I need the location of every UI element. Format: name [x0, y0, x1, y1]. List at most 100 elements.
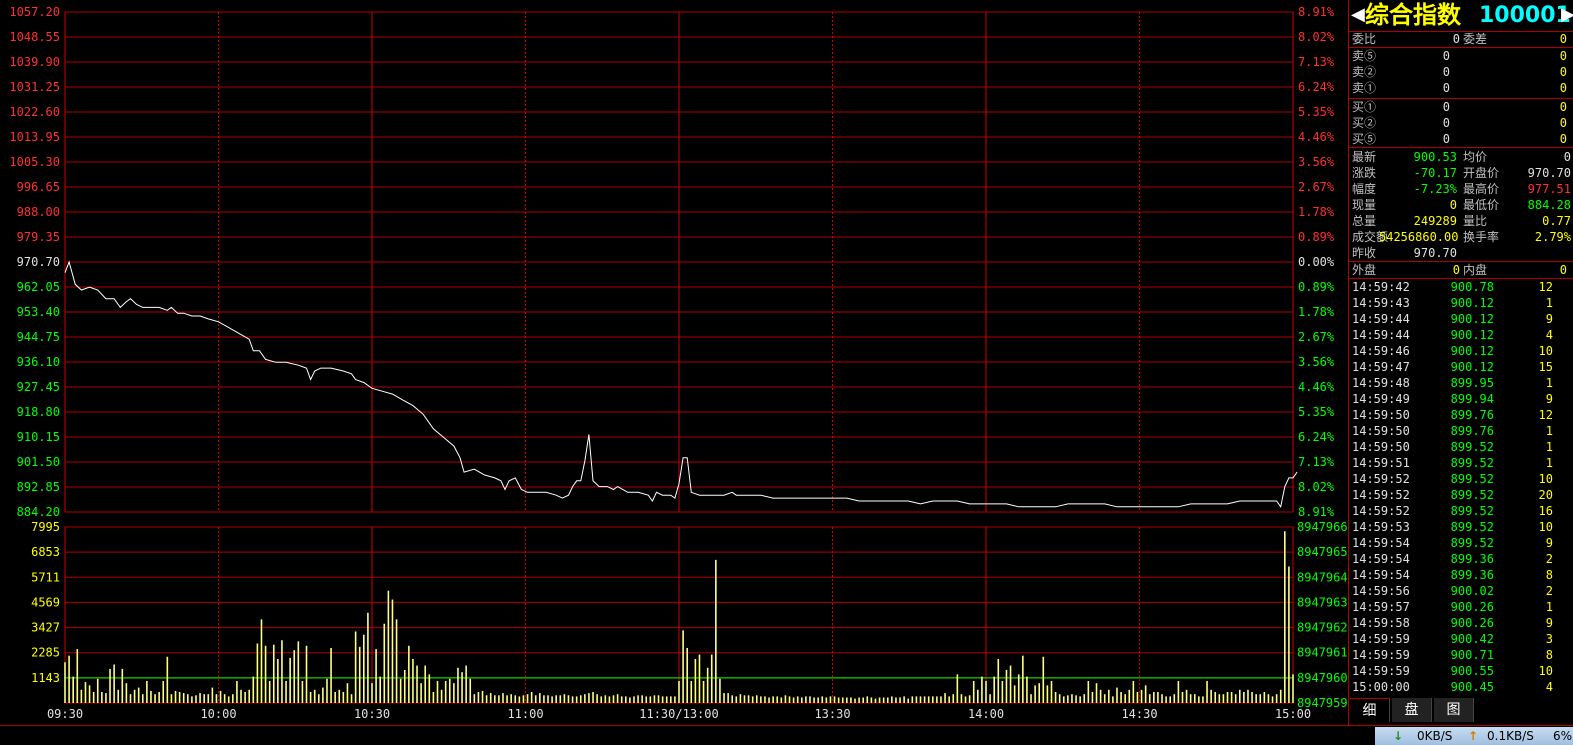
bid-volume: 0 [1559, 116, 1567, 130]
weicha-value: 0 [1559, 32, 1567, 46]
ask-row: 卖② 0 0 [1349, 64, 1573, 80]
volume-left-label: 7995 [31, 520, 60, 534]
tick-volume: 10 [1538, 472, 1553, 486]
ask-row: 卖⑤ 0 0 [1349, 48, 1573, 64]
stat-value: 0.77 [1542, 214, 1571, 228]
time-label: 11:00 [507, 707, 543, 721]
stat-row: 昨收 970.70 [1349, 245, 1573, 261]
weicha-label: 委差 [1463, 32, 1488, 46]
tick-time: 14:59:51 [1352, 456, 1410, 470]
price-tick-label: 1005.30 [9, 155, 60, 169]
tick-volume: 3 [1545, 632, 1553, 646]
volume-left-label: 2285 [31, 646, 60, 660]
tick-price: 900.55 [1450, 664, 1494, 678]
tick-price: 899.52 [1450, 440, 1494, 454]
tick-price: 899.76 [1450, 424, 1494, 438]
tick-price: 899.36 [1450, 552, 1494, 566]
pct-tick-label: 4.46% [1298, 130, 1335, 144]
stat-value: 0 [1449, 198, 1457, 212]
time-label: 10:30 [354, 707, 390, 721]
intraday-chart[interactable]: 1057.20 8.91% 1048.55 8.02% 1039.90 7.13% 1031… [0, 0, 1348, 725]
tab-1[interactable]: 盘 [1392, 698, 1432, 722]
tick-time: 14:59:48 [1352, 376, 1410, 390]
tick-volume: 12 [1538, 280, 1553, 294]
price-tick-label: 927.45 [17, 380, 60, 394]
tab-2[interactable]: 图 [1434, 698, 1474, 722]
tick-price: 900.12 [1450, 312, 1494, 326]
waipan-row: 外盘 0 内盘 0 [1349, 262, 1573, 278]
tick-price: 899.36 [1450, 568, 1494, 582]
stat-label: 最新 [1352, 150, 1377, 164]
tick-price: 899.94 [1450, 392, 1494, 406]
stat-label: 最低价 [1463, 198, 1500, 212]
download-speed: 0KB/S [1417, 729, 1453, 743]
tick-volume: 9 [1545, 616, 1553, 630]
tick-volume: 9 [1545, 536, 1553, 550]
stat-label: 总量 [1352, 214, 1377, 228]
ask-row: 卖① 0 0 [1349, 80, 1573, 96]
tick-time: 14:59:52 [1352, 504, 1410, 518]
stat-value: 54256860.00 [1379, 230, 1459, 244]
tick-row: 14:59:49 899.94 9 [1349, 391, 1573, 407]
neipan-value: 0 [1559, 263, 1567, 277]
tick-volume: 12 [1538, 408, 1553, 422]
pct-tick-label: 6.24% [1298, 80, 1335, 94]
pct-tick-label: 4.46% [1298, 380, 1335, 394]
pct-tick-label: 1.78% [1298, 205, 1335, 219]
tick-volume: 10 [1538, 344, 1553, 358]
tick-volume: 15 [1538, 360, 1553, 374]
tick-volume: 9 [1545, 392, 1553, 406]
tick-volume: 2 [1545, 552, 1553, 566]
tick-price: 900.12 [1450, 344, 1494, 358]
upload-arrow-icon: ↑ [1468, 729, 1479, 743]
pct-tick-label: 2.67% [1298, 330, 1335, 344]
pct-tick-label: 7.13% [1298, 455, 1335, 469]
time-label: 14:30 [1121, 707, 1157, 721]
tick-row: 14:59:59 900.71 8 [1349, 647, 1573, 663]
tick-row: 14:59:44 900.12 4 [1349, 327, 1573, 343]
tick-price: 899.95 [1450, 376, 1494, 390]
volume-right-label: 8947960 [1297, 671, 1348, 685]
tick-volume: 1 [1545, 440, 1553, 454]
tick-time: 14:59:54 [1352, 552, 1410, 566]
bid-price: 0 [1442, 116, 1450, 130]
tick-price: 900.12 [1450, 328, 1494, 342]
prev-instrument-icon[interactable]: ◀ [1351, 4, 1365, 25]
pct-tick-label: 8.02% [1298, 30, 1335, 44]
neipan-label: 内盘 [1463, 263, 1488, 277]
tick-volume: 9 [1545, 312, 1553, 326]
price-tick-label: 988.00 [17, 205, 60, 219]
price-tick-label: 979.35 [17, 230, 60, 244]
price-tick-label: 892.85 [17, 480, 60, 494]
ask-price: 0 [1442, 65, 1450, 79]
tick-price: 900.26 [1450, 600, 1494, 614]
tick-volume: 1 [1545, 600, 1553, 614]
bid-volume: 0 [1559, 132, 1567, 146]
status-bar: ↓ 0KB/S ↑ 0.1KB/S 6% [1375, 727, 1573, 745]
volume-right-label: 8947961 [1297, 646, 1348, 660]
stat-row: 涨跌 -70.17 开盘价 970.70 [1349, 165, 1573, 181]
tick-time: 14:59:53 [1352, 520, 1410, 534]
next-instrument-icon[interactable]: ▶ [1561, 4, 1573, 25]
pct-tick-label: 8.91% [1298, 505, 1335, 519]
stat-value: 2.79% [1534, 230, 1571, 244]
tick-price: 900.12 [1450, 296, 1494, 310]
tick-price: 899.52 [1450, 504, 1494, 518]
time-label: 15:00 [1275, 707, 1311, 721]
waipan-value: 0 [1452, 263, 1460, 277]
stat-label: 换手率 [1463, 230, 1500, 244]
tick-row: 14:59:43 900.12 1 [1349, 295, 1573, 311]
stat-row: 幅度 -7.23% 最高价 977.51 [1349, 181, 1573, 197]
price-tick-label: 884.20 [17, 505, 60, 519]
ask-label: 卖② [1352, 65, 1377, 79]
volume-left-label: 1143 [31, 671, 60, 685]
price-tick-label: 901.50 [17, 455, 60, 469]
ask-label: 卖⑤ [1352, 49, 1377, 63]
tick-time: 14:59:49 [1352, 392, 1410, 406]
tick-row: 14:59:52 899.52 20 [1349, 487, 1573, 503]
tab-0[interactable]: 细 [1350, 698, 1390, 722]
price-tick-label: 944.75 [17, 330, 60, 344]
quote-panel: ◀ 综合指数 100001 ▶ 委比 0 委差 0 卖⑤ 0 0 卖② 0 0 卖① 0 0 买… [1348, 0, 1573, 725]
volume-left-label: 3427 [31, 621, 60, 635]
price-tick-label: 1039.90 [9, 55, 60, 69]
